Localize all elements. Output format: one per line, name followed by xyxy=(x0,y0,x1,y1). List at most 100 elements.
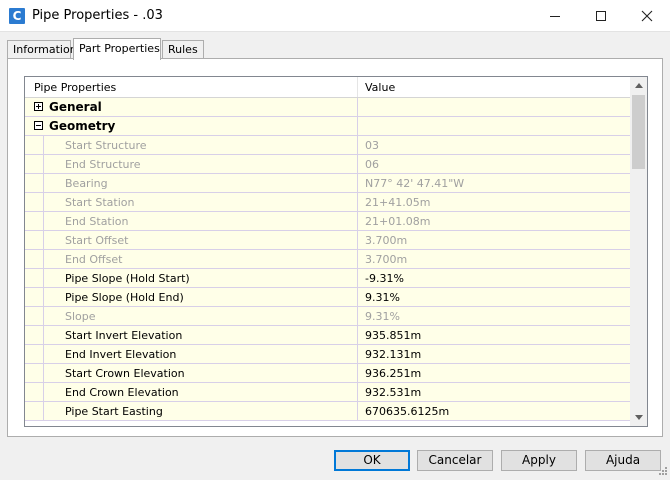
group-label: Geometry xyxy=(49,119,116,133)
header-pipe-properties[interactable]: Pipe Properties xyxy=(25,77,358,97)
property-value[interactable]: 932.131m xyxy=(358,345,630,363)
row-indent-gutter xyxy=(25,288,44,306)
property-value: 9.31% xyxy=(365,310,400,323)
property-value[interactable]: 9.31% xyxy=(358,288,630,306)
property-name-cell: Pipe Start Easting xyxy=(25,402,358,420)
property-grid: Pipe Properties Value General Geometry Sta… xyxy=(24,76,648,427)
property-row[interactable]: Start Crown Elevation 936.251m xyxy=(25,364,630,383)
property-name: Start Crown Elevation xyxy=(65,367,185,380)
property-row[interactable]: End Offset 3.700m xyxy=(25,250,630,269)
group-name-cell: General xyxy=(25,98,358,116)
property-name: Pipe Slope (Hold Start) xyxy=(65,272,190,285)
property-rows: General Geometry Start Structure 03 End Stru… xyxy=(25,98,630,421)
property-name-cell: Start Crown Elevation xyxy=(25,364,358,382)
row-indent-gutter xyxy=(25,326,44,344)
property-name-cell: Start Offset xyxy=(25,231,358,249)
maximize-icon xyxy=(596,11,606,21)
row-indent-gutter xyxy=(25,383,44,401)
property-name-cell: End Invert Elevation xyxy=(25,345,358,363)
property-value: N77° 42' 47.41"W xyxy=(365,177,465,190)
group-label: General xyxy=(49,100,102,114)
property-row[interactable]: Start Structure 03 xyxy=(25,136,630,155)
group-value-cell xyxy=(358,117,630,135)
property-row[interactable]: Bearing N77° 42' 47.41"W xyxy=(25,174,630,193)
property-name-cell: End Crown Elevation xyxy=(25,383,358,401)
property-name: End Station xyxy=(65,215,129,228)
close-button[interactable] xyxy=(624,0,670,32)
group-row-general[interactable]: General xyxy=(25,98,630,117)
row-indent-gutter xyxy=(25,345,44,363)
group-row-geometry[interactable]: Geometry xyxy=(25,117,630,136)
property-value[interactable]: 932.531m xyxy=(358,383,630,401)
property-name: End Crown Elevation xyxy=(65,386,179,399)
property-name: Start Offset xyxy=(65,234,129,247)
chevron-up-icon xyxy=(634,83,643,88)
property-name: End Offset xyxy=(65,253,123,266)
property-row[interactable]: Start Offset 3.700m xyxy=(25,231,630,250)
property-row[interactable]: Pipe Slope (Hold End) 9.31% xyxy=(25,288,630,307)
tab-rules[interactable]: Rules xyxy=(162,40,204,59)
property-name: End Structure xyxy=(65,158,141,171)
property-row[interactable]: Pipe Slope (Hold Start) -9.31% xyxy=(25,269,630,288)
chevron-down-icon xyxy=(634,415,643,420)
property-name: Bearing xyxy=(65,177,108,190)
property-name-cell: Bearing xyxy=(25,174,358,192)
property-value[interactable]: 936.251m xyxy=(358,364,630,382)
grid-header: Pipe Properties Value xyxy=(25,77,630,98)
property-row[interactable]: Slope 9.31% xyxy=(25,307,630,326)
civil3d-app-icon: C xyxy=(9,8,25,24)
property-name: Start Structure xyxy=(65,139,147,152)
minimize-button[interactable] xyxy=(532,0,578,32)
row-indent-gutter xyxy=(25,136,44,154)
property-row[interactable]: End Crown Elevation 932.531m xyxy=(25,383,630,402)
expand-icon[interactable] xyxy=(34,102,43,111)
group-value-cell xyxy=(358,98,630,116)
apply-button[interactable]: Apply xyxy=(501,450,577,471)
tab-part-properties[interactable]: Part Properties xyxy=(73,38,161,60)
help-button[interactable]: Ajuda xyxy=(585,450,661,471)
scroll-thumb[interactable] xyxy=(632,95,645,169)
resize-grip-icon[interactable] xyxy=(656,466,668,478)
property-name-cell: Start Invert Elevation xyxy=(25,326,358,344)
property-row[interactable]: End Station 21+01.08m xyxy=(25,212,630,231)
ok-button[interactable]: OK xyxy=(334,450,410,471)
property-name: Start Invert Elevation xyxy=(65,329,183,342)
tab-information[interactable]: Information xyxy=(7,40,77,59)
property-name-cell: Start Structure xyxy=(25,136,358,154)
property-value: 3.700m xyxy=(365,234,408,247)
property-name-cell: Pipe Slope (Hold End) xyxy=(25,288,358,306)
property-value[interactable]: 935.851m xyxy=(358,326,630,344)
minimize-icon xyxy=(550,15,560,17)
property-name: Slope xyxy=(65,310,96,323)
maximize-button[interactable] xyxy=(578,0,624,32)
property-row[interactable]: Start Invert Elevation 935.851m xyxy=(25,326,630,345)
cancel-button[interactable]: Cancelar xyxy=(417,450,493,471)
property-row[interactable]: End Structure 06 xyxy=(25,155,630,174)
row-indent-gutter xyxy=(25,250,44,268)
property-name: Pipe Start Easting xyxy=(65,405,163,418)
row-indent-gutter xyxy=(25,174,44,192)
header-value[interactable]: Value xyxy=(358,77,630,97)
collapse-icon[interactable] xyxy=(34,121,43,130)
property-value: 3.700m xyxy=(365,253,408,266)
property-name: Start Station xyxy=(65,196,135,209)
scroll-down-button[interactable] xyxy=(630,409,647,426)
vertical-scrollbar[interactable] xyxy=(630,77,647,426)
property-row[interactable]: End Invert Elevation 932.131m xyxy=(25,345,630,364)
property-value[interactable]: 670635.6125m xyxy=(358,402,630,420)
row-indent-gutter xyxy=(25,307,44,325)
property-value[interactable]: -9.31% xyxy=(358,269,630,287)
row-indent-gutter xyxy=(25,212,44,230)
property-row[interactable]: Start Station 21+41.05m xyxy=(25,193,630,212)
property-value: 21+41.05m xyxy=(365,196,431,209)
property-name: Pipe Slope (Hold End) xyxy=(65,291,184,304)
property-row[interactable]: Pipe Start Easting 670635.6125m xyxy=(25,402,630,421)
property-value: 06 xyxy=(365,158,379,171)
tab-panel: Pipe Properties Value General Geometry Sta… xyxy=(7,58,663,437)
property-name-cell: Start Station xyxy=(25,193,358,211)
property-name-cell: End Structure xyxy=(25,155,358,173)
row-indent-gutter xyxy=(25,364,44,382)
row-indent-gutter xyxy=(25,193,44,211)
scroll-up-button[interactable] xyxy=(630,77,647,94)
title-bar[interactable]: C Pipe Properties - .03 xyxy=(0,0,670,32)
